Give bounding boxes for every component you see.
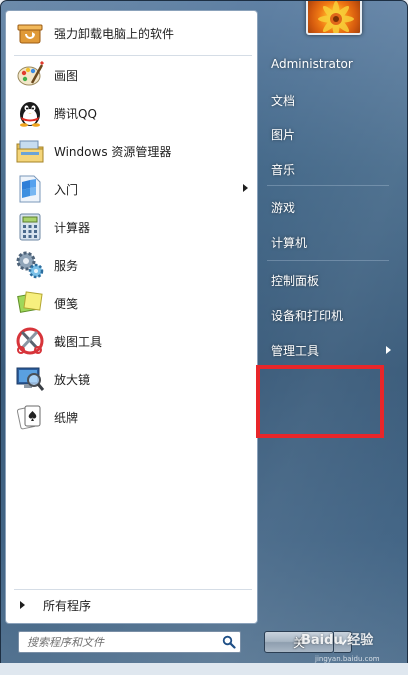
- pinned-item-label: 截图工具: [54, 334, 103, 349]
- right-item-label: 控制面板: [271, 273, 320, 288]
- right-item-computer[interactable]: 计算机: [263, 229, 391, 255]
- pinned-item-label: 放大镜: [54, 372, 91, 387]
- pinned-item-calculator[interactable]: 计算器: [10, 209, 254, 245]
- search-input[interactable]: [19, 632, 218, 652]
- right-item-label: 管理工具: [271, 343, 320, 358]
- pinned-item-label: 便笺: [54, 296, 79, 311]
- sticky-notes-icon: [14, 287, 46, 319]
- right-item-label: 音乐: [271, 162, 296, 177]
- pinned-item-services[interactable]: 服务: [10, 247, 254, 283]
- separator: [14, 55, 252, 56]
- pinned-item-snipping-tool[interactable]: 截图工具: [10, 323, 254, 359]
- search-box[interactable]: [18, 631, 241, 653]
- watermark-sub: jingyan.baidu.com: [315, 655, 380, 663]
- right-item-documents[interactable]: 文档: [263, 87, 391, 113]
- all-programs-label: 所有程序: [43, 598, 92, 613]
- magnifier-icon: [14, 363, 46, 395]
- pinned-item-qq[interactable]: 腾讯QQ: [10, 95, 254, 131]
- qq-penguin-icon: [14, 97, 46, 129]
- right-item-label: 游戏: [271, 200, 296, 215]
- right-item-admin-tools[interactable]: 管理工具: [263, 337, 391, 363]
- shutdown-button[interactable]: 关: [264, 631, 334, 653]
- expand-arrow-icon: [20, 601, 25, 609]
- shutdown-arrow-icon: [338, 639, 347, 646]
- right-item-devices-printers[interactable]: 设备和打印机: [263, 302, 391, 328]
- right-item-label: Administrator: [271, 57, 353, 71]
- pinned-item-label: 服务: [54, 258, 79, 273]
- search-icon[interactable]: [218, 632, 240, 652]
- pinned-item-label: 强力卸载电脑上的软件: [54, 26, 175, 41]
- pinned-item-label: 入门: [54, 182, 79, 197]
- pinned-item-paint[interactable]: 画图: [10, 57, 254, 93]
- right-item-pictures[interactable]: 图片: [263, 121, 391, 147]
- pinned-item-label: 纸牌: [54, 410, 79, 425]
- pinned-item-solitaire[interactable]: 纸牌: [10, 399, 254, 435]
- uninstall-box-icon: [14, 17, 46, 49]
- separator: [267, 260, 389, 261]
- explorer-folder-icon: [14, 135, 46, 167]
- getting-started-icon: [14, 173, 46, 205]
- right-item-games[interactable]: 游戏: [263, 194, 391, 220]
- paint-palette-icon: [14, 59, 46, 91]
- separator: [267, 185, 389, 186]
- right-item-label: 图片: [271, 127, 296, 142]
- pinned-item-label: Windows 资源管理器: [54, 144, 172, 159]
- right-item-administrator[interactable]: Administrator: [263, 51, 391, 77]
- pinned-item-label: 计算器: [54, 220, 91, 235]
- pinned-programs-panel: 强力卸载电脑上的软件 画图 腾讯QQ Windows 资源管理器 入门 计算器 …: [5, 10, 258, 624]
- pinned-item-magnifier[interactable]: 放大镜: [10, 361, 254, 397]
- bottom-strip: [0, 663, 408, 675]
- right-item-music[interactable]: 音乐: [263, 156, 391, 182]
- separator: [14, 589, 252, 590]
- shutdown-label: 关: [292, 635, 305, 650]
- shutdown-options-button[interactable]: [334, 631, 352, 653]
- all-programs-button[interactable]: 所有程序: [10, 594, 254, 616]
- start-menu: 强力卸载电脑上的软件 画图 腾讯QQ Windows 资源管理器 入门 计算器 …: [0, 0, 408, 675]
- right-item-label: 文档: [271, 93, 296, 108]
- pinned-item-getting-started[interactable]: 入门: [10, 171, 254, 207]
- highlight-box: [256, 365, 384, 438]
- submenu-arrow-icon[interactable]: [243, 184, 248, 192]
- right-item-label: 设备和打印机: [271, 308, 344, 323]
- pinned-item-label: 画图: [54, 68, 79, 83]
- right-item-label: 计算机: [271, 235, 308, 250]
- services-gear-icon: [14, 249, 46, 281]
- right-item-control-panel[interactable]: 控制面板: [263, 267, 391, 293]
- pinned-item-sticky-notes[interactable]: 便笺: [10, 285, 254, 321]
- pinned-item-label: 腾讯QQ: [54, 106, 97, 121]
- user-picture-avatar[interactable]: [306, 1, 362, 35]
- snipping-tool-icon: [14, 325, 46, 357]
- submenu-arrow-icon[interactable]: [386, 346, 391, 354]
- calculator-icon: [14, 211, 46, 243]
- pinned-item-explorer[interactable]: Windows 资源管理器: [10, 133, 254, 169]
- solitaire-card-icon: [14, 401, 46, 433]
- pinned-item-uninstaller[interactable]: 强力卸载电脑上的软件: [10, 15, 254, 51]
